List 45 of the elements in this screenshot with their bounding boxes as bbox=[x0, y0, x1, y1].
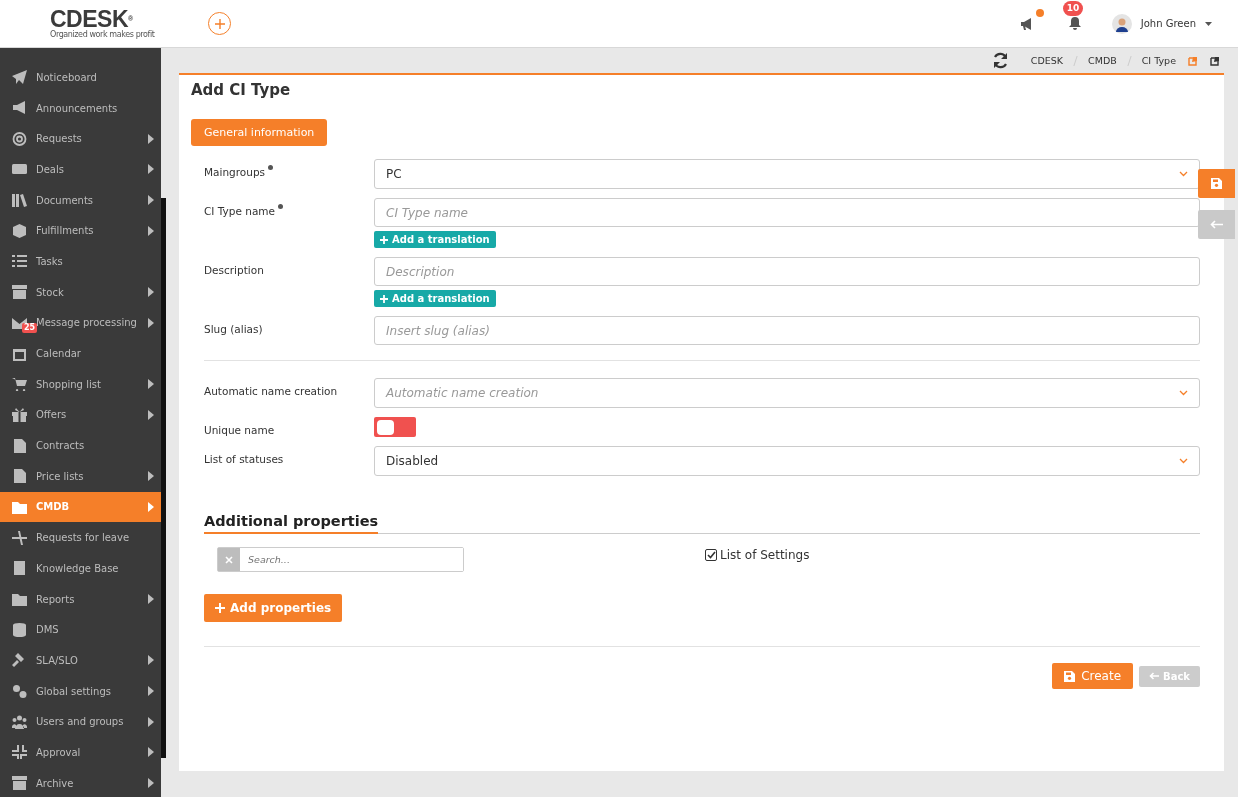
sidebar-item[interactable]: Stock bbox=[0, 276, 161, 308]
sidebar-item[interactable]: Announcements bbox=[0, 92, 161, 124]
sidebar-item[interactable]: Reports bbox=[0, 583, 161, 615]
field-label: Unique name bbox=[204, 424, 275, 436]
user-menu[interactable]: John Green bbox=[1111, 13, 1212, 34]
text-field[interactable]: Description bbox=[374, 257, 1200, 286]
sidebar-item[interactable]: Contracts bbox=[0, 430, 161, 461]
sidebar-item[interactable]: Documents bbox=[0, 184, 161, 216]
sidebar-item[interactable]: DMS bbox=[0, 614, 161, 646]
breadcrumb-link[interactable]: CI Type bbox=[1141, 55, 1176, 66]
sidebar-item[interactable]: Deals bbox=[0, 154, 161, 185]
section-heading: Additional properties bbox=[204, 513, 379, 534]
field-label: CI Type name bbox=[204, 205, 275, 217]
select-field[interactable]: Disabled bbox=[374, 446, 1200, 476]
sidebar-item[interactable]: Fulfillments bbox=[0, 215, 161, 247]
field-label: Slug (alias) bbox=[204, 323, 263, 335]
logo[interactable]: CDESK$^{®}$ Organized work makes profit bbox=[50, 8, 188, 39]
sidebar-item[interactable]: Offers bbox=[0, 399, 161, 431]
text-field[interactable]: Insert slug (alias) bbox=[374, 316, 1200, 345]
sidebar-item[interactable]: Calendar bbox=[0, 338, 161, 369]
breadcrumb-link[interactable]: CDESK bbox=[1030, 55, 1064, 66]
sidebar-item[interactable]: Noticeboard bbox=[0, 62, 161, 93]
field-label: Automatic name creation bbox=[204, 385, 338, 397]
checkbox-label: List of Settings bbox=[720, 548, 810, 562]
sidebar-item[interactable]: Knowledge Base bbox=[0, 553, 161, 584]
count-badge: 25 bbox=[22, 322, 38, 333]
breadcrumb-link[interactable]: CMDB bbox=[1088, 55, 1117, 66]
sidebar-item[interactable]: Global settings bbox=[0, 675, 161, 707]
sidebar-item[interactable]: Shopping list bbox=[0, 368, 161, 400]
sidebar-item[interactable]: Requests for leave bbox=[0, 522, 161, 553]
sidebar-item[interactable]: Users and groups bbox=[0, 706, 161, 738]
field-label: List of statuses bbox=[204, 453, 284, 465]
sidebar-item[interactable]: Price lists bbox=[0, 460, 161, 492]
text-field[interactable]: CI Type name bbox=[374, 198, 1200, 227]
sidebar-item[interactable]: Tasks bbox=[0, 246, 161, 277]
sidebar-item[interactable]: Requests bbox=[0, 123, 161, 155]
field-label: Description bbox=[204, 264, 264, 276]
notification-count: 10 bbox=[1062, 1, 1084, 16]
select-field[interactable]: PC bbox=[374, 159, 1200, 189]
field-label: Maingroups bbox=[204, 166, 266, 178]
search-field[interactable]: Search... bbox=[217, 547, 464, 572]
sidebar-item[interactable]: Approval bbox=[0, 737, 161, 768]
page-title: Add CI Type bbox=[191, 81, 292, 99]
sidebar-item[interactable]: Archive bbox=[0, 767, 161, 797]
sidebar-item[interactable]: SLA/SLO bbox=[0, 645, 161, 676]
